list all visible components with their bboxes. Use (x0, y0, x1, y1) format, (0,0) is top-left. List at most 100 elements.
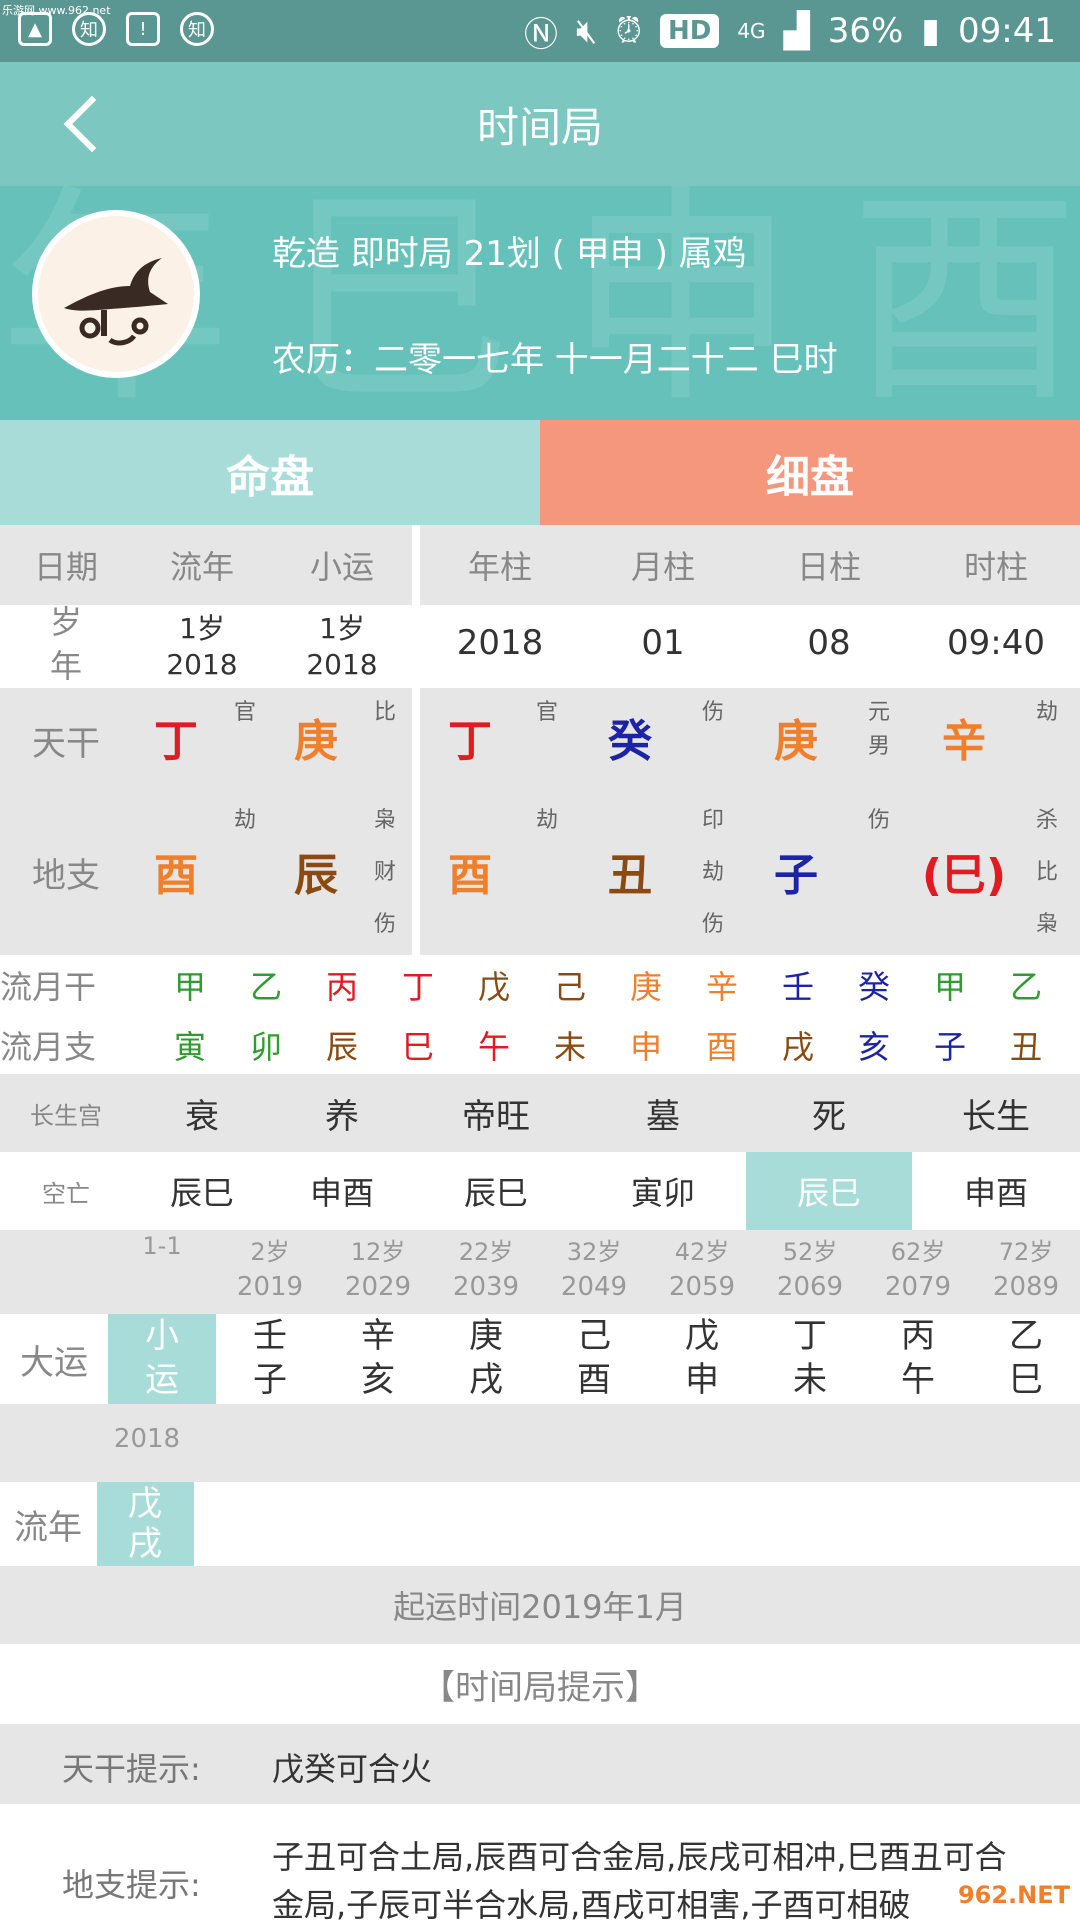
dayun-gan[interactable]: 庚 (432, 1314, 540, 1358)
dizhi-label: 地支 (32, 855, 100, 896)
colhead-year-pillar: 年柱 (467, 548, 532, 586)
liuyue-gan: 乙 (1010, 968, 1043, 1006)
month-pillar-date: 01 (641, 623, 685, 663)
liunian-year: 2018 (166, 647, 238, 681)
hour-zhi-note: 杀 (1035, 808, 1058, 833)
liuyue-zhi: 巳 (402, 1028, 435, 1066)
dayun-gan[interactable]: 戊 (648, 1314, 756, 1358)
changsheng-day: 死 (812, 1096, 846, 1137)
status-bar: 乐游网 www.962.net ▲ 知 ! 知 Ⓝ 🔇︎ ⏰︎ HD 4G ▟ … (0, 0, 1080, 62)
liuyue-zhi: 丑 (1010, 1028, 1043, 1066)
liuyue-zhi: 卯 (250, 1028, 283, 1066)
liuyue-zhi: 酉 (706, 1028, 739, 1066)
tiangan-label: 天干 (32, 723, 100, 764)
year-gan: 丁 (448, 716, 492, 767)
tiangan-tip-text: 戊癸可合火 (272, 1750, 433, 1788)
liunian-zhi: 酉 (154, 850, 198, 901)
dayun-year: 2069 (776, 1272, 844, 1302)
dayun-label: 大运 (20, 1342, 88, 1383)
liuyue-gan: 庚 (630, 968, 663, 1006)
dayun-zhi[interactable]: 戌 (432, 1358, 540, 1402)
signal-icon: ▟ (783, 11, 810, 51)
back-arrow-icon (63, 95, 121, 153)
dayun-zhi[interactable]: 酉 (540, 1358, 648, 1402)
month-gan-note: 伤 (701, 700, 724, 725)
day-zhi-note: 伤 (867, 808, 890, 833)
dayun-age: 1-1 (142, 1232, 182, 1260)
date-label-year: 年 (49, 647, 82, 685)
dayun-gan[interactable]: 壬 (216, 1314, 324, 1358)
changsheng-label: 长生宫 (30, 1101, 102, 1130)
liuyue-gan: 丁 (402, 968, 435, 1006)
image-icon: ▲ (18, 12, 52, 46)
dayun-gan[interactable]: 丁 (756, 1314, 864, 1358)
changsheng-year: 帝旺 (462, 1096, 530, 1137)
dayun-zhi[interactable]: 巳 (972, 1358, 1080, 1402)
battery-percent: 36% (827, 11, 904, 51)
hd-badge: HD (659, 14, 720, 48)
liuyue-zhi-label: 流月支 (0, 1028, 97, 1066)
xiaoyun-zhi: 辰 (294, 850, 338, 901)
sim-icon: ! (126, 12, 160, 46)
dayun-zhi[interactable]: 子 (216, 1358, 324, 1402)
liuyue-zhi: 午 (478, 1028, 511, 1066)
nfc-icon: Ⓝ (524, 14, 559, 55)
dayun-zhi[interactable]: 申 (648, 1358, 756, 1402)
chart-header: 年 巳 申 酉 乾造 即时局 21划 ( 甲申 ) 属鸡 农历：二零一七年 十一… (0, 186, 1080, 420)
dayun-gan[interactable]: 辛 (324, 1314, 432, 1358)
tab-mingpan[interactable]: 命盘 (0, 420, 540, 525)
title-bar: 时间局 (0, 62, 1080, 186)
dayun-age: 72岁 (998, 1238, 1054, 1266)
liuyue-gan: 戊 (478, 968, 511, 1006)
liuyue-gan: 甲 (174, 968, 207, 1006)
liuyue-gan: 甲 (934, 968, 967, 1006)
dayun-year: 2039 (452, 1272, 520, 1302)
colhead-liunian: 流年 (169, 548, 234, 586)
liuyue-gan: 乙 (250, 968, 283, 1006)
tab-xipan[interactable]: 细盘 (540, 420, 1080, 525)
liunian-age: 1岁 (179, 612, 225, 645)
dayun-age: 42岁 (674, 1238, 730, 1266)
page-title: 时间局 (476, 102, 603, 152)
dayun-zhi[interactable]: 未 (756, 1358, 864, 1402)
day-pillar-date: 08 (807, 623, 851, 663)
dayun-gan[interactable]: 己 (540, 1314, 648, 1358)
dayun-zhi[interactable]: 亥 (324, 1358, 432, 1402)
witch-hat-icon (64, 258, 168, 346)
xiaoyun-year: 2018 (306, 647, 378, 681)
dayun-gan[interactable]: 乙 (972, 1314, 1080, 1358)
dayun-year: 2049 (560, 1272, 628, 1302)
dayun-year: 2019 (236, 1272, 304, 1302)
qiyun-time: 起运时间2019年1月 (0, 1566, 1080, 1644)
clock: 09:41 (958, 11, 1056, 51)
hour-zhi-note: 比 (1035, 860, 1058, 885)
changsheng-liunian: 衰 (185, 1096, 219, 1137)
network-type: 4G (737, 19, 766, 43)
liuyue-gan: 己 (554, 968, 587, 1006)
dayun-zhi[interactable]: 午 (864, 1358, 972, 1402)
battery-icon: ▮ (921, 11, 941, 51)
colhead-hour-pillar: 时柱 (963, 548, 1028, 586)
liunian-zhi: 戌 (128, 1524, 162, 1564)
dayun-year: 2059 (668, 1272, 736, 1302)
dizhi-tip-label: 地支提示: (62, 1866, 201, 1904)
hour-pillar-time: 09:40 (947, 623, 1045, 663)
back-button[interactable] (50, 86, 126, 162)
dayun-age: 62岁 (890, 1238, 946, 1266)
xiaoyun-zhi-note: 伤 (373, 912, 396, 937)
liunian-gan: 丁 (154, 716, 198, 767)
month-zhi-note: 伤 (701, 912, 724, 937)
date-label-age: 岁 (49, 603, 82, 641)
hour-gan: 辛 (942, 716, 986, 767)
dayun-age: 12岁 (350, 1238, 406, 1266)
month-zhi: 丑 (608, 850, 652, 901)
liunian-label: 流年 (14, 1507, 82, 1548)
kongwang-year: 辰巳 (463, 1174, 528, 1212)
xiaoyun-zhi-note: 枭 (373, 808, 396, 833)
hour-zhi-note: 枭 (1035, 912, 1058, 937)
liunian-zhi-note: 劫 (233, 808, 256, 833)
liuyue-zhi: 辰 (326, 1028, 359, 1066)
dayun-gan[interactable]: 丙 (864, 1314, 972, 1358)
dizhi-tip-text-cont: 金局,子辰可半合水局,酉戌可相害,子酉可相破 (272, 1886, 911, 1920)
zhi-app-icon: 知 (72, 12, 106, 46)
